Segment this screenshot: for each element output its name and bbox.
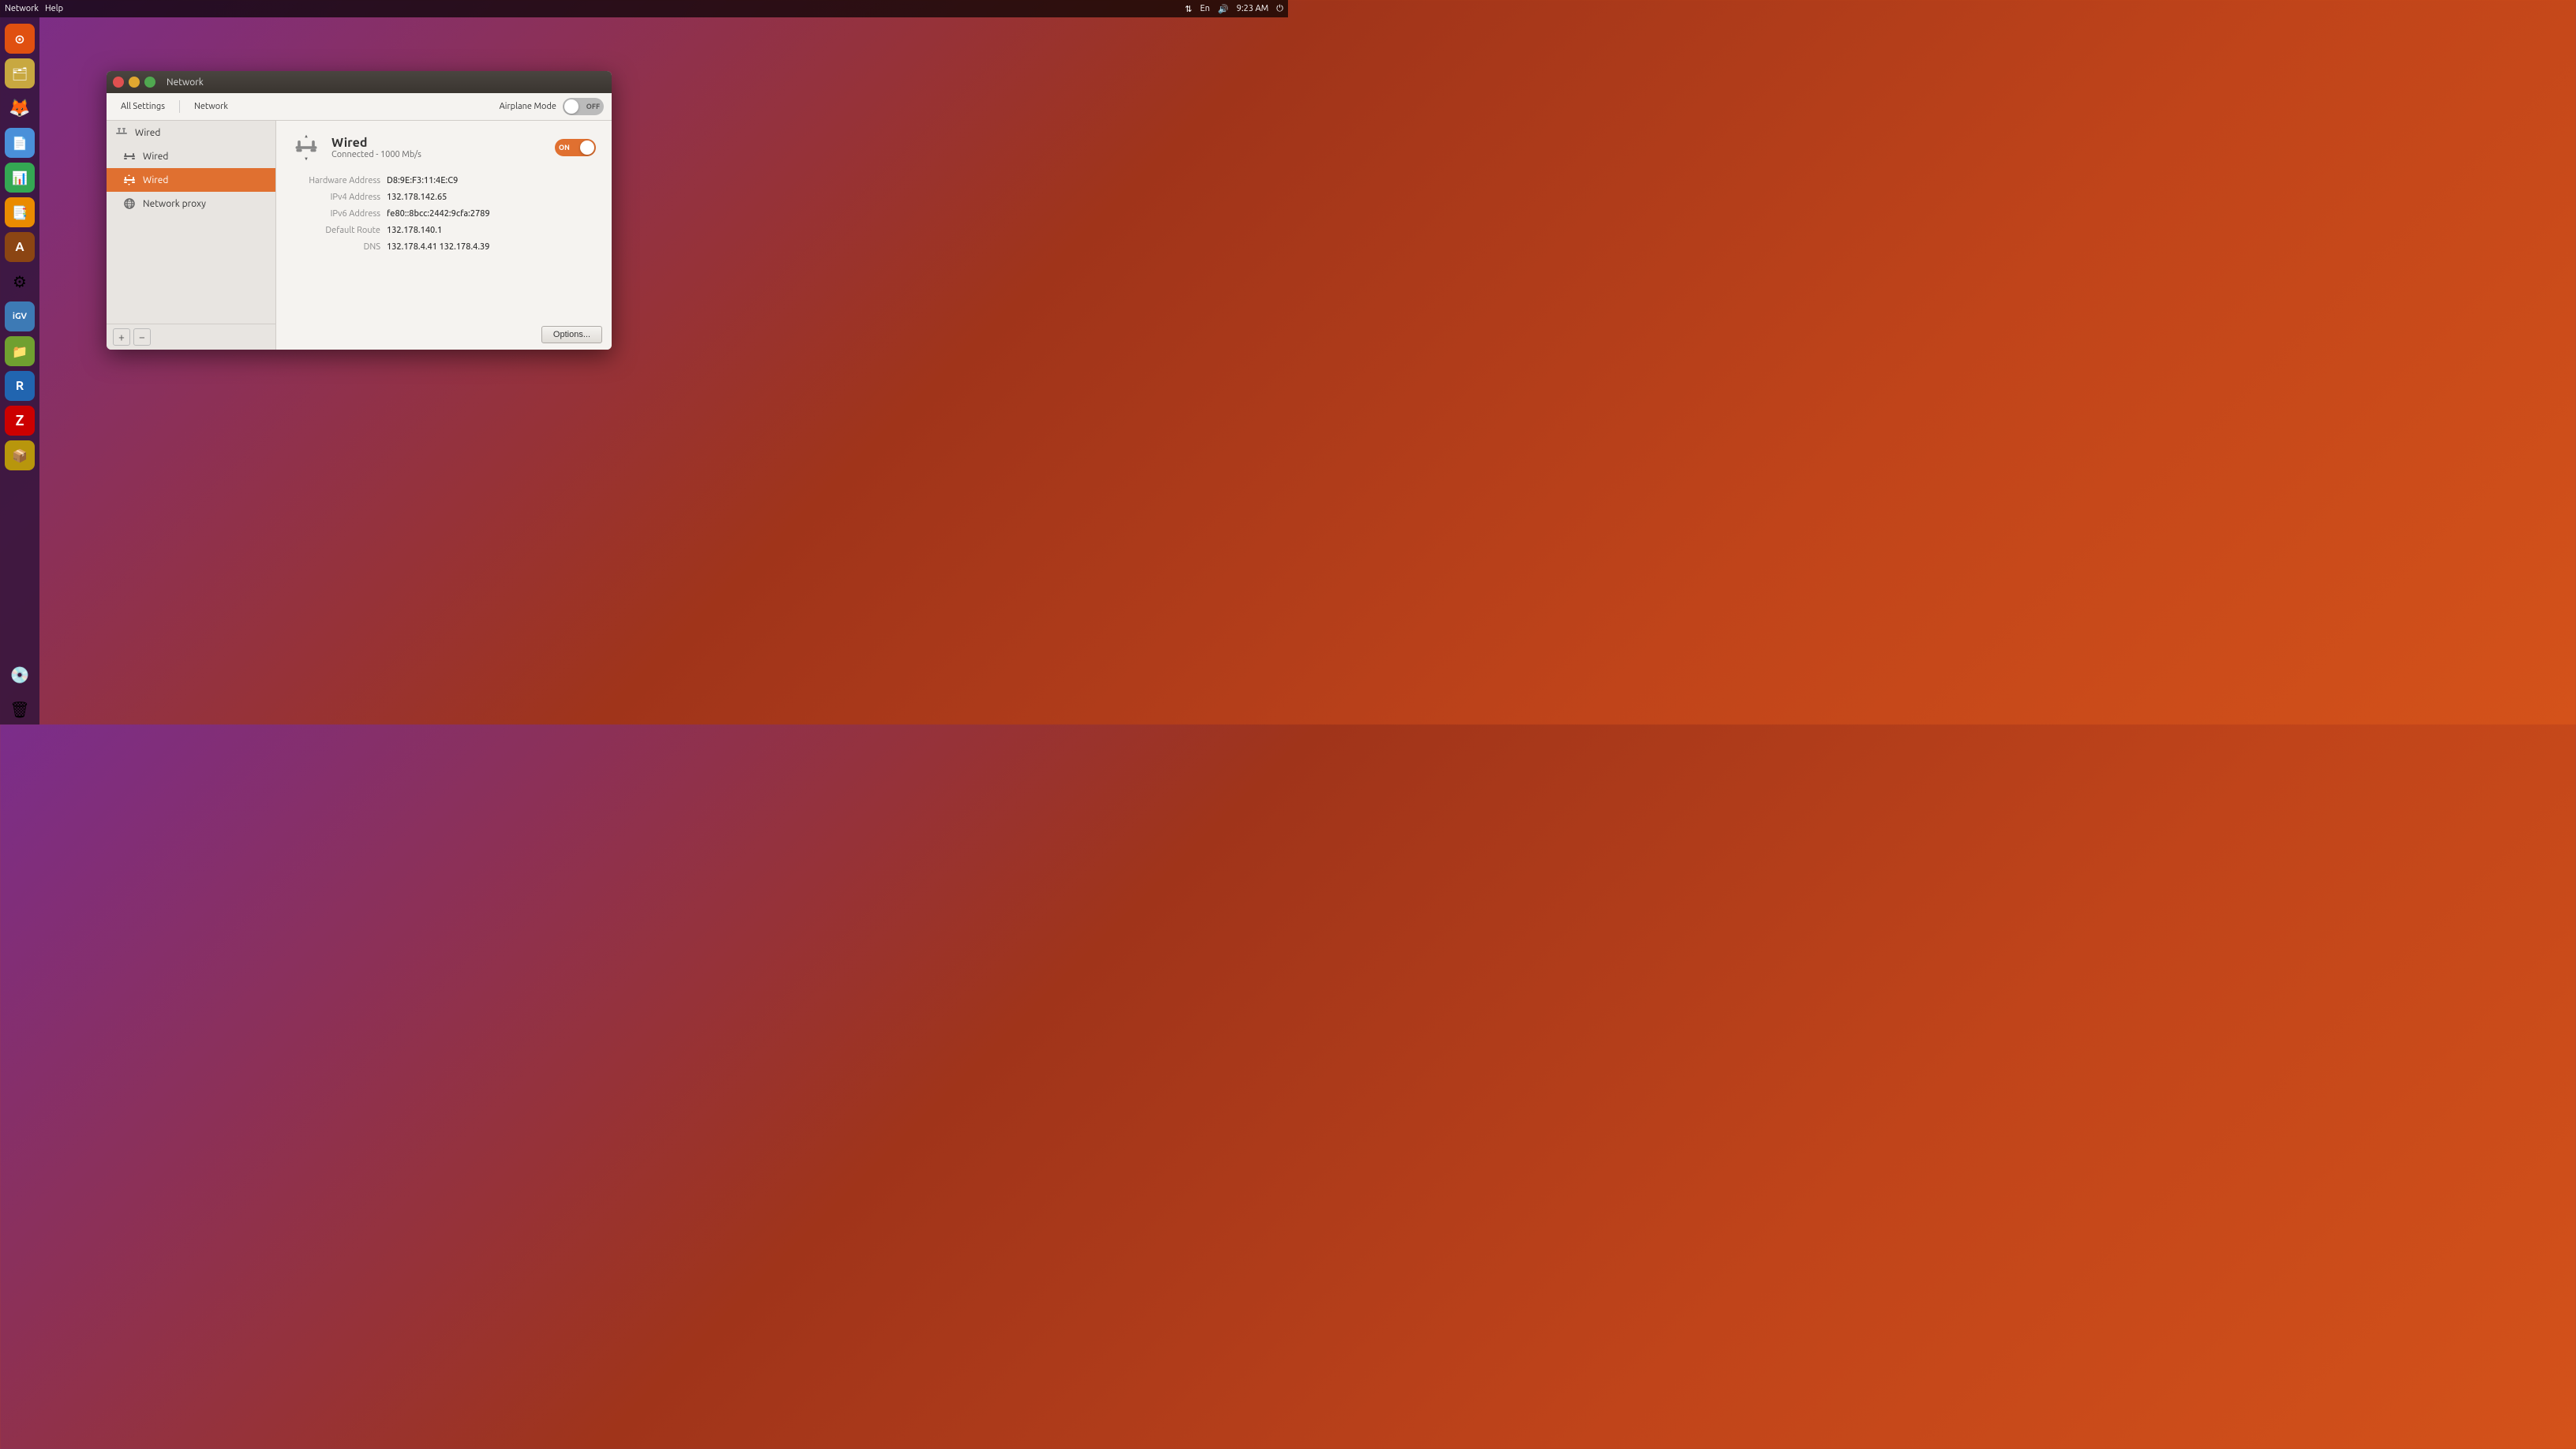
dns-value: 132.178.4.41 132.178.4.39	[387, 239, 489, 256]
left-panel: Wired Wired	[107, 121, 276, 350]
wired-connection-title: Wired	[331, 136, 544, 150]
sidebar-item-settings[interactable]: ⚙	[5, 267, 35, 297]
detail-row-dns: DNS 132.178.4.41 132.178.4.39	[292, 239, 596, 256]
detail-row-hardware: Hardware Address D8:9E:F3:11:4E:C9	[292, 173, 596, 189]
proxy-icon	[122, 197, 137, 211]
sidebar-item-files[interactable]: 🗂	[5, 58, 35, 88]
detail-row-ipv6: IPv6 Address fe80::8bcc:2442:9cfa:2789	[292, 206, 596, 223]
remove-connection-button[interactable]: −	[133, 328, 151, 346]
ipv6-value: fe80::8bcc:2442:9cfa:2789	[387, 206, 490, 223]
sidebar-item-rstudio[interactable]: R	[5, 371, 35, 401]
toggle-on-knob	[580, 140, 594, 155]
sidebar-item-sheets[interactable]: 📊	[5, 163, 35, 193]
sidebar-item-docs[interactable]: 📄	[5, 128, 35, 158]
window-content: Wired Wired	[107, 121, 612, 350]
add-connection-button[interactable]: +	[113, 328, 130, 346]
sidebar-item-present[interactable]: 📑	[5, 197, 35, 227]
network-window: Network All Settings Network Airplane Mo…	[107, 71, 612, 350]
sidebar-item-ubuntu[interactable]: ⊙	[5, 24, 35, 54]
keyboard-layout[interactable]: En	[1200, 4, 1210, 13]
ipv4-label: IPv4 Address	[292, 189, 387, 206]
hardware-address-label: Hardware Address	[292, 173, 387, 189]
options-button[interactable]: Options...	[541, 326, 602, 343]
wired-connection-icon	[292, 133, 320, 162]
all-settings-button[interactable]: All Settings	[114, 99, 171, 114]
wired-active-label: Wired	[143, 175, 168, 185]
wired-header: Wired Connected - 1000 Mb/s ON	[292, 133, 596, 162]
hardware-address-value: D8:9E:F3:11:4E:C9	[387, 173, 458, 189]
menu-help[interactable]: Help	[45, 4, 63, 13]
wired-icon	[122, 149, 137, 163]
wired-connection-icon-area	[292, 133, 320, 162]
window-close-button[interactable]	[113, 77, 124, 88]
proxy-label: Network proxy	[143, 199, 206, 209]
menu-network[interactable]: Network	[5, 4, 39, 13]
default-route-label: Default Route	[292, 223, 387, 239]
taskbar-left: Network Help	[5, 4, 63, 13]
wired-toggle[interactable]: ON	[555, 139, 596, 156]
toolbar-separator	[179, 100, 180, 113]
right-panel-footer: Options...	[532, 320, 612, 350]
wired-active-icon	[122, 173, 137, 187]
window-titlebar: Network	[107, 71, 612, 93]
list-item-wired[interactable]: Wired	[107, 144, 275, 168]
clock: 9:23 AM	[1237, 4, 1269, 13]
list-item-wired-header[interactable]: Wired	[107, 121, 275, 144]
sidebar-item-disk[interactable]: 💿	[5, 660, 35, 690]
ipv6-label: IPv6 Address	[292, 206, 387, 223]
left-panel-list: Wired Wired	[107, 121, 275, 324]
network-details: Hardware Address D8:9E:F3:11:4E:C9 IPv4 …	[292, 173, 596, 255]
window-minimize-button[interactable]	[129, 77, 140, 88]
toggle-on-label: ON	[559, 144, 570, 152]
window-maximize-button[interactable]	[144, 77, 155, 88]
taskbar-right: ⇅ En 🔊 9:23 AM ⏻	[1185, 4, 1283, 14]
left-panel-footer: + −	[107, 324, 275, 350]
airplane-mode-area: Airplane Mode OFF	[500, 98, 604, 115]
sidebar-item-firefox[interactable]: 🦊	[5, 93, 35, 123]
wired-connection-status: Connected - 1000 Mb/s	[331, 150, 544, 159]
wired-label: Wired	[143, 152, 168, 162]
sidebar-item-archive[interactable]: 📦	[5, 440, 35, 470]
list-item-wired-active[interactable]: Wired	[107, 168, 275, 192]
sidebar-item-fonts[interactable]: A	[5, 232, 35, 262]
network-status-icon: ⇅	[1185, 4, 1192, 14]
airplane-mode-label: Airplane Mode	[500, 102, 556, 111]
network-breadcrumb[interactable]: Network	[188, 99, 234, 114]
wired-header-label: Wired	[135, 128, 160, 138]
sidebar-item-files2[interactable]: 📁	[5, 336, 35, 366]
sidebar-item-ftp[interactable]: Z	[5, 406, 35, 436]
window-toolbar: All Settings Network Airplane Mode OFF	[107, 93, 612, 121]
list-item-network-proxy[interactable]: Network proxy	[107, 192, 275, 215]
sidebar-item-igv[interactable]: iGV	[5, 301, 35, 331]
right-panel: Wired Connected - 1000 Mb/s ON Hardware …	[276, 121, 612, 350]
airplane-mode-state: OFF	[586, 103, 600, 110]
window-title: Network	[167, 77, 204, 88]
detail-row-route: Default Route 132.178.140.1	[292, 223, 596, 239]
dns-label: DNS	[292, 239, 387, 256]
wired-title-area: Wired Connected - 1000 Mb/s	[331, 136, 544, 159]
power-icon[interactable]: ⏻	[1276, 4, 1283, 14]
toggle-knob	[564, 99, 578, 114]
sidebar-item-trash[interactable]: 🗑	[5, 695, 35, 724]
taskbar: Network Help ⇅ En 🔊 9:23 AM ⏻	[0, 0, 1288, 17]
sidebar: ⊙ 🗂 🦊 📄 📊 📑 A ⚙ iGV 📁 R Z 📦 💿 🗑	[0, 17, 39, 724]
detail-row-ipv4: IPv4 Address 132.178.142.65	[292, 189, 596, 206]
wired-header-icon	[114, 125, 129, 140]
volume-icon[interactable]: 🔊	[1218, 4, 1229, 14]
airplane-mode-toggle[interactable]: OFF	[563, 98, 604, 115]
default-route-value: 132.178.140.1	[387, 223, 442, 239]
ipv4-value: 132.178.142.65	[387, 189, 447, 206]
